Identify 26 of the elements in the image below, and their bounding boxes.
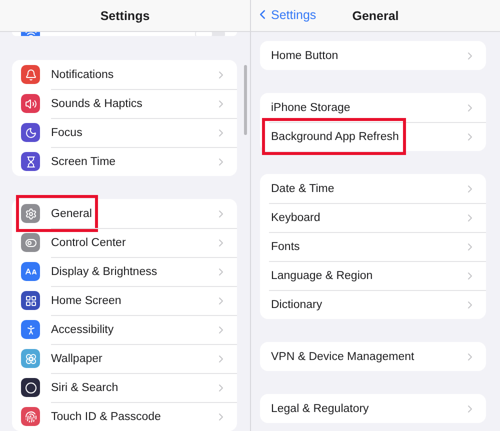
settings-item[interactable]: VPN & Device Management	[271, 350, 464, 362]
settings-item[interactable]: iPhone Storage	[271, 102, 464, 114]
settings-item[interactable]: Notifications	[51, 68, 215, 80]
settings-item[interactable]: Legal & Regulatory	[271, 402, 464, 414]
settings-item[interactable]: Display & Brightness	[51, 266, 215, 278]
settings-item[interactable]: Home Button	[271, 50, 464, 62]
settings-item[interactable]: Touch ID & Passcode	[51, 410, 215, 422]
settings-item[interactable]: Home Screen	[51, 294, 215, 306]
settings-item[interactable]: General	[51, 208, 215, 220]
settings-item[interactable]: Accessibility	[51, 324, 215, 336]
settings-item[interactable]: Date & Time	[271, 182, 464, 194]
scroll-bar	[244, 65, 247, 135]
settings-item[interactable]: Keyboard	[271, 212, 464, 224]
pane-title: Settings	[100, 8, 150, 22]
settings-item[interactable]: Sounds & Haptics	[51, 98, 215, 110]
settings-item[interactable]: Siri & Search	[51, 382, 215, 394]
settings-item[interactable]: Screen Time	[51, 156, 215, 168]
settings-item[interactable]: Background App Refresh	[271, 130, 464, 142]
back-button[interactable]: Settings	[255, 7, 316, 22]
settings-item[interactable]: Dictionary	[271, 298, 464, 310]
settings-item[interactable]: Control Center	[51, 236, 215, 248]
settings-item[interactable]: Wallpaper	[51, 352, 215, 364]
settings-item[interactable]: Language & Region	[271, 270, 464, 282]
pane-title: General	[352, 8, 399, 22]
settings-item[interactable]: Focus	[51, 126, 215, 138]
settings-item[interactable]: Fonts	[271, 240, 464, 252]
